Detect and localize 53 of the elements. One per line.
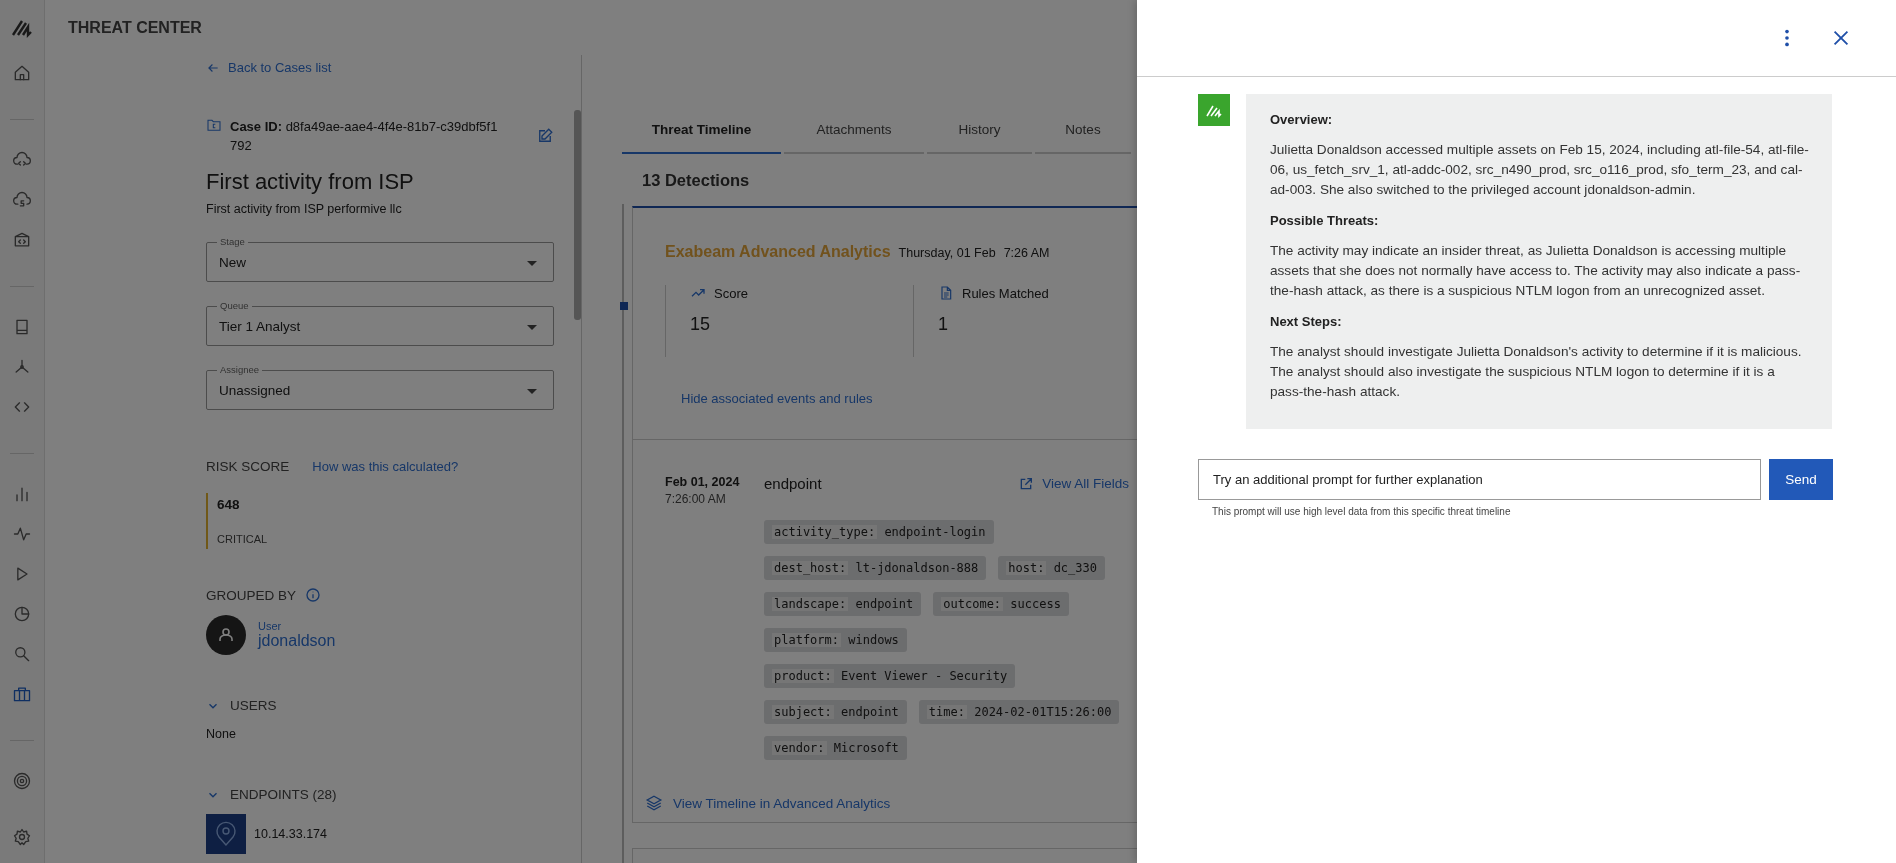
event-date: Feb 01, 2024 [665, 475, 741, 489]
section-heading: Possible Threats: [1270, 213, 1380, 228]
user-link[interactable]: jdonaldson [258, 632, 336, 650]
response-paragraph: Julietta Donaldson accessed multiple assets on Feb 15, 2024, including atl-file-54, atl-file-06, us_fetch_srv_1, atl-addc-002, src_n490_prod, src_o116_prod, sfo_term_23, and cal-ad-003. She also switched to the privileged account jdonaldson-admin. [1270, 141, 1810, 199]
endpoint-address: 10.14.33.174 [254, 827, 327, 841]
detection-date: Thursday, 01 Feb [898, 246, 996, 260]
field-chip: vendor: Microsoft [764, 736, 907, 760]
tab[interactable]: Attachments [784, 106, 924, 154]
back-link[interactable]: Back to Cases list [206, 60, 554, 75]
event-type: endpoint [764, 475, 822, 492]
field-chip: outcome: success [933, 592, 1069, 616]
detection-time: 7:26 AM [1003, 246, 1050, 260]
field-chip: product: Event Viewer - Security [764, 664, 1016, 688]
case-id: Case ID: d8fa49ae-aae4-4f4e-81b7-c39dbf5f1792 [230, 118, 499, 155]
response-paragraph: The activity may indicate an insider threat, as Julietta Donaldson is accessing multiple assets that she does not normally have access to. The activity may also indicate a pass-the-hash attack, as there is a suspicious NTLM logon from an unrecognized asset. [1270, 242, 1802, 300]
tab[interactable]: History [927, 106, 1032, 154]
source-name: Exabeam Advanced Analytics [665, 243, 891, 261]
field-chip: dest_host: lt-jdonaldson-888 [764, 556, 987, 580]
section-heading: GROUPED BY [206, 587, 297, 603]
risk-level: CRITICAL [217, 533, 269, 545]
metric-value: 1 [938, 314, 949, 335]
send-button[interactable]: Send [1769, 459, 1833, 500]
field-chip: host: dc_330 [998, 556, 1105, 580]
user-type: User [258, 620, 283, 632]
case-title: First activity from ISP [206, 169, 415, 195]
section-heading: RISK SCORE [206, 459, 290, 474]
event-time: 7:26:00 AM [665, 492, 727, 506]
section-heading: Overview: [1270, 112, 1334, 127]
prompt-hint: This prompt will use high level data from this specific threat timeline [1212, 506, 1512, 517]
risk-score: 648 [217, 497, 241, 512]
toggle-link[interactable]: Hide associated events and rules [681, 391, 873, 406]
metric-label: Score [714, 285, 748, 301]
case-subtitle: First activity from ISP performive llc [206, 202, 403, 216]
field-chip: activity_type: endpoint-login [764, 520, 994, 544]
section-heading: USERS [230, 698, 277, 713]
tab[interactable]: Threat Timeline [622, 106, 781, 154]
response-paragraph: The analyst should investigate Julietta Donaldson's activity to determine if it is malicious. The analyst should also investigate the suspicious NTLM logon to determine if it is a pass-the-hash attack. [1270, 343, 1803, 401]
detections-count: 13 Detections [642, 169, 750, 191]
field-chip: platform: windows [764, 628, 907, 652]
page-title: THREAT CENTER [68, 18, 202, 37]
calculation-link[interactable]: How was this calculated? [312, 459, 459, 474]
prompt-field[interactable]: Try an additional prompt for further explanation [1198, 459, 1761, 500]
section-heading: ENDPOINTS (28) [230, 787, 337, 802]
view-timeline-link[interactable]: View Timeline in Advanced Analytics [645, 794, 891, 812]
field-chip: time: 2024-02-01T15:26:00 [918, 700, 1120, 724]
view-fields-link[interactable]: View All Fields [1018, 475, 1129, 492]
tab[interactable]: Notes [1035, 106, 1131, 154]
metric-label: Rules Matched [962, 285, 1049, 301]
section-heading: Next Steps: [1270, 314, 1343, 329]
metric-value: 15 [690, 314, 712, 335]
field-chip: subject: endpoint [764, 700, 907, 724]
field-chip: landscape: endpoint [764, 592, 922, 616]
empty-text: None [206, 727, 237, 741]
